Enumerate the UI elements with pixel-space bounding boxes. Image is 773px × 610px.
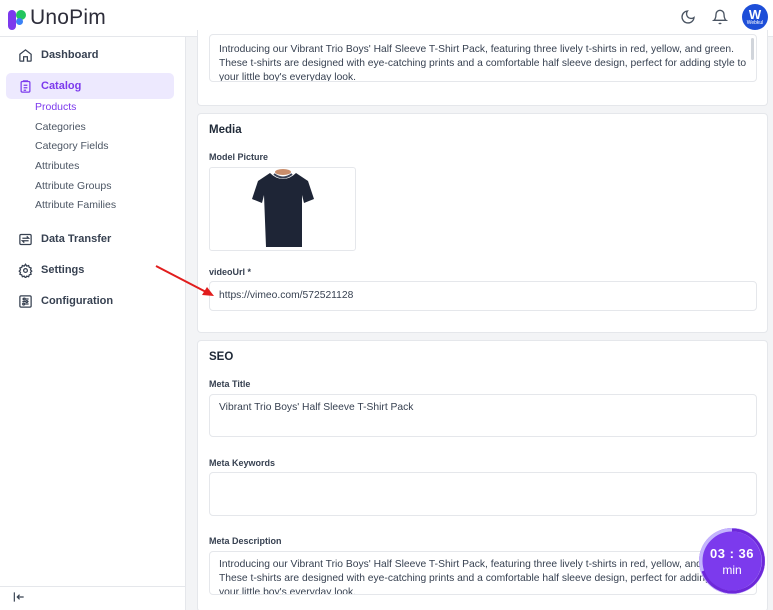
seo-section-title: SEO [209, 351, 234, 363]
seo-card: SEO Meta Title Vibrant Trio Boys' Half S… [197, 340, 768, 610]
sidebar-subitem-products[interactable]: Products [35, 101, 76, 113]
session-timer: 03 : 36 min [699, 528, 765, 594]
clipboard-icon [17, 78, 33, 94]
app-name: UnoPim [30, 6, 106, 29]
model-picture-label: Model Picture [209, 152, 269, 162]
meta-description-label: Meta Description [209, 536, 282, 546]
sidebar-item-dashboard[interactable]: Dashboard [6, 42, 174, 68]
avatar-subtext: Webkul [746, 20, 764, 26]
description-text: Introducing our Vibrant Trio Boys' Half … [219, 44, 747, 82]
sidebar-item-label: Catalog [41, 80, 82, 92]
annotation-arrow-icon [155, 265, 214, 296]
textarea-scrollbar[interactable] [751, 38, 754, 60]
media-card: Media Model Picture videoUrl * https://v… [197, 113, 768, 333]
sidebar-item-settings[interactable]: Settings [6, 257, 174, 283]
sidebar-subitem-attributes[interactable]: Attributes [35, 160, 79, 172]
logo[interactable]: UnoPim [7, 6, 106, 30]
meta-title-label: Meta Title [209, 379, 251, 389]
sidebar-item-label: Dashboard [41, 49, 99, 61]
notification-bell-icon[interactable] [708, 5, 732, 29]
meta-keywords-input[interactable] [209, 472, 757, 516]
sliders-icon [17, 293, 33, 309]
data-transfer-icon [17, 231, 33, 247]
tshirt-image-icon [251, 169, 314, 247]
meta-title-input[interactable]: Vibrant Trio Boys' Half Sleeve T-Shirt P… [209, 394, 757, 437]
sidebar-subitem-category-fields[interactable]: Category Fields [35, 140, 109, 152]
sidebar-item-data-transfer[interactable]: Data Transfer [6, 226, 174, 252]
dark-mode-moon-icon[interactable] [676, 5, 700, 29]
collapse-sidebar-icon[interactable] [12, 590, 26, 604]
gear-icon [17, 262, 33, 278]
sidebar-item-configuration[interactable]: Configuration [6, 288, 174, 314]
model-picture[interactable] [209, 167, 356, 251]
sidebar: Dashboard Catalog Products Categories Ca… [0, 37, 186, 610]
description-card: Introducing our Vibrant Trio Boys' Half … [197, 30, 768, 106]
timer-ring-icon [699, 528, 765, 594]
sidebar-subitem-attribute-groups[interactable]: Attribute Groups [35, 180, 111, 192]
sidebar-divider [0, 586, 186, 587]
meta-description-input[interactable]: Introducing our Vibrant Trio Boys' Half … [209, 551, 757, 595]
sidebar-item-label: Data Transfer [41, 233, 112, 245]
unopim-logo-icon [7, 8, 27, 30]
meta-keywords-label: Meta Keywords [209, 458, 276, 468]
video-url-input[interactable]: https://vimeo.com/572521128 [209, 281, 757, 311]
sidebar-item-label: Settings [41, 264, 85, 276]
sidebar-item-label: Configuration [41, 295, 114, 307]
home-icon [17, 47, 33, 63]
sidebar-subitem-attribute-families[interactable]: Attribute Families [35, 199, 116, 211]
user-avatar[interactable]: W Webkul [742, 4, 768, 30]
meta-description-text: Introducing our Vibrant Trio Boys' Half … [219, 559, 747, 595]
media-section-title: Media [209, 124, 242, 136]
description-textarea[interactable]: Introducing our Vibrant Trio Boys' Half … [209, 34, 757, 82]
sidebar-item-catalog[interactable]: Catalog [6, 73, 174, 99]
sidebar-subitem-categories[interactable]: Categories [35, 121, 86, 133]
